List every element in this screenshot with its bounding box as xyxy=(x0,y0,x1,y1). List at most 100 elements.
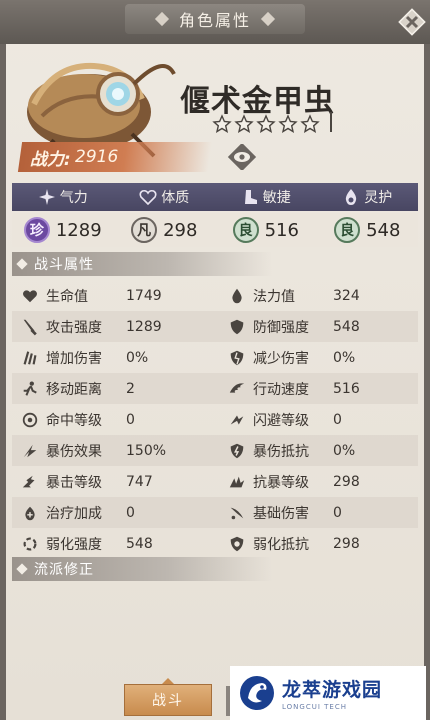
attr-header-label: 灵护 xyxy=(364,190,393,206)
attr-value: 516 xyxy=(264,219,299,241)
attr-header-label: 体质 xyxy=(161,190,190,206)
grade-badge: 珍 xyxy=(23,217,50,243)
stat-value: 1289 xyxy=(126,318,162,335)
attr-header-minjie: 敏捷 xyxy=(215,183,317,211)
section-title: 战斗属性 xyxy=(34,257,94,273)
tab-battle[interactable]: 战斗 xyxy=(124,684,212,716)
star-empty-icon xyxy=(300,114,320,133)
stat-value: 747 xyxy=(126,473,153,490)
battle-stats-list: 生命值 1749 法力值 324 攻击强度 1289 防御强度 548 增加伤害… xyxy=(12,280,418,559)
stat-value: 0 xyxy=(126,411,135,428)
stat-value: 516 xyxy=(333,380,360,397)
stat-value: 548 xyxy=(126,535,153,552)
stat-value: 2 xyxy=(126,380,135,397)
anti-crit-icon xyxy=(229,476,245,487)
eye-icon xyxy=(227,144,257,170)
dragon-logo-icon xyxy=(240,676,274,710)
attr-value-minjie: 良 516 xyxy=(215,213,317,247)
stat-attack: 攻击强度 1289 xyxy=(12,317,215,337)
title-deco-left xyxy=(154,11,170,27)
stat-label: 减少伤害 xyxy=(253,350,309,367)
stat-row: 移动距离 2 行动速度 516 xyxy=(12,373,418,404)
stat-crit-resist: 暴伤抵抗 0% xyxy=(215,441,418,461)
flame-drop-icon xyxy=(346,189,357,205)
power-label: 战力: xyxy=(30,149,71,170)
stat-base-dmg: 基础伤害 0 xyxy=(215,503,418,523)
wing-icon xyxy=(229,382,245,393)
sword-icon xyxy=(23,319,37,335)
star-empty-icon xyxy=(278,114,298,133)
weaken-icon xyxy=(23,537,37,550)
star-empty-icon xyxy=(256,114,276,133)
stat-value: 0 xyxy=(333,504,342,521)
attr-value: 298 xyxy=(163,219,198,241)
power-value: 2916 xyxy=(74,147,119,167)
attr-value: 548 xyxy=(366,219,401,241)
section-title: 流派修正 xyxy=(34,562,94,578)
section-diamond-icon xyxy=(16,563,28,575)
weaken-resist-icon xyxy=(230,536,244,551)
stat-row: 暴伤效果 150% 暴伤抵抗 0% xyxy=(12,435,418,466)
stat-value: 548 xyxy=(333,318,360,335)
stat-label: 移动距离 xyxy=(46,381,102,398)
stat-label: 弱化强度 xyxy=(46,536,102,553)
attr-value-linghu: 良 548 xyxy=(317,213,419,247)
stat-label: 法力值 xyxy=(253,288,295,305)
attr-header-tizhi: 体质 xyxy=(114,183,216,211)
stat-label: 增加伤害 xyxy=(46,350,102,367)
stat-label: 抗暴等级 xyxy=(253,474,309,491)
dodge-icon xyxy=(230,415,244,424)
stat-hit: 命中等级 0 xyxy=(12,410,215,430)
target-icon xyxy=(22,412,38,427)
stat-dodge: 闪避等级 0 xyxy=(215,410,418,430)
stat-label: 闪避等级 xyxy=(253,412,309,429)
watermark-name-cn: 龙萃游戏园 xyxy=(282,679,383,701)
crit-resist-icon xyxy=(230,443,244,458)
stat-value: 298 xyxy=(333,473,360,490)
star-empty-icon xyxy=(212,114,232,133)
stat-row: 弱化强度 548 弱化抵抗 298 xyxy=(12,528,418,559)
stat-label: 治疗加成 xyxy=(46,505,102,522)
stat-dmg-increase: 增加伤害 0% xyxy=(12,348,215,368)
stat-move: 移动距离 2 xyxy=(12,379,215,399)
stat-anti-crit: 抗暴等级 298 xyxy=(215,472,418,492)
stat-value: 0% xyxy=(333,442,356,459)
star-rating xyxy=(212,114,320,134)
shield-break-icon xyxy=(230,350,244,365)
stat-crit: 暴击等级 747 xyxy=(12,472,215,492)
stat-row: 命中等级 0 闪避等级 0 xyxy=(12,404,418,435)
stat-hp: 生命值 1749 xyxy=(12,286,215,306)
stat-row: 攻击强度 1289 防御强度 548 xyxy=(12,311,418,342)
stat-label: 暴伤效果 xyxy=(46,443,102,460)
star-empty-icon xyxy=(234,114,254,133)
stat-value: 0% xyxy=(126,349,149,366)
attr-header-qili: 气力 xyxy=(12,183,114,211)
claw-up-icon xyxy=(23,350,37,365)
stat-weaken-resist: 弱化抵抗 298 xyxy=(215,534,418,554)
run-icon xyxy=(23,380,37,396)
star-divider xyxy=(330,112,332,132)
stat-value: 324 xyxy=(333,287,360,304)
title-deco-right xyxy=(260,11,276,27)
grade-badge: 凡 xyxy=(131,217,158,243)
view-model-button[interactable] xyxy=(225,144,259,170)
drop-icon xyxy=(232,288,242,303)
title-plate: 角色属性 xyxy=(125,4,305,34)
stat-label: 弱化抵抗 xyxy=(253,536,309,553)
crit-icon xyxy=(22,475,35,487)
stat-row: 增加伤害 0% 减少伤害 0% xyxy=(12,342,418,373)
stat-value: 1749 xyxy=(126,287,162,304)
stat-dmg-reduction: 减少伤害 0% xyxy=(215,348,418,368)
stat-label: 防御强度 xyxy=(253,319,309,336)
stat-value: 0 xyxy=(126,504,135,521)
stat-label: 基础伤害 xyxy=(253,505,309,522)
stat-label: 暴伤抵抗 xyxy=(253,443,309,460)
attr-header-label: 敏捷 xyxy=(262,190,291,206)
attribute-header-bar: 气力 体质 敏捷 灵护 xyxy=(12,183,418,211)
close-button[interactable] xyxy=(398,8,426,36)
crit-dmg-icon xyxy=(23,444,37,457)
stat-heal: 治疗加成 0 xyxy=(12,503,215,523)
attr-header-linghu: 灵护 xyxy=(317,183,419,211)
stat-row: 治疗加成 0 基础伤害 0 xyxy=(12,497,418,528)
grade-badge: 良 xyxy=(232,217,259,243)
